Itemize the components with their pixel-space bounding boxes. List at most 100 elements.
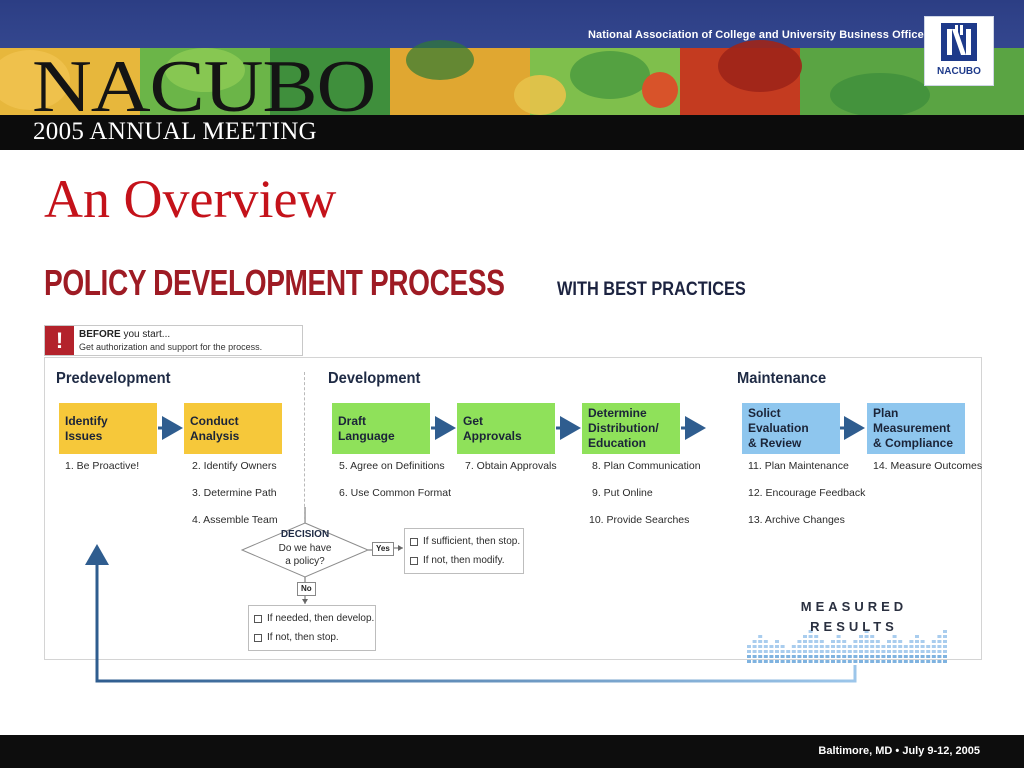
measured-results-bar-cell: [892, 650, 897, 653]
measured-results-bar-cell: [780, 645, 785, 648]
decision-question: Do we have a policy?: [278, 543, 332, 567]
measured-results-bar-cell: [943, 640, 947, 643]
measured-results-bar-cell: [864, 660, 869, 663]
measured-results-bar-cell: [937, 655, 942, 658]
measured-results-bar-cell: [797, 640, 802, 643]
measured-results-bar-cell: [915, 650, 919, 653]
measured-results-bar-cell: [909, 655, 914, 658]
measured-results-bar-cell: [903, 660, 908, 663]
measured-results-bar-cell: [775, 645, 779, 648]
measured-results-bar-cell: [926, 660, 931, 663]
measured-results-bar-cell: [797, 655, 802, 658]
measured-results-bar-cell: [875, 640, 880, 643]
measured-results-label: MEASURED RESULTS: [800, 599, 908, 634]
measured-results-bar-cell: [842, 655, 847, 658]
measured-results-bar-cell: [859, 640, 863, 643]
measured-results-bar-cell: [943, 655, 947, 658]
measured-results-bar-cell: [853, 655, 858, 658]
measured-results-bar-cell: [870, 650, 875, 653]
measured-results-bar-cell: [775, 655, 779, 658]
practice-10: 10. Provide Searches: [589, 514, 690, 526]
measured-results-bar-cell: [814, 655, 819, 658]
measured-results-bar-cell: [769, 645, 774, 648]
measured-results-bar-cell: [808, 640, 813, 643]
measured-results-bar-cell: [853, 660, 858, 663]
measured-results-bar-cell: [847, 650, 852, 653]
measured-results-bar-cell: [819, 660, 824, 663]
decision-yes-tag: Yes: [372, 542, 394, 556]
measured-results-bar-cell: [937, 650, 942, 653]
measured-results-bar-cell: [747, 650, 751, 653]
practice-3: 3. Determine Path: [192, 487, 277, 499]
measured-results-bar-cell: [797, 645, 802, 648]
measured-results-bar-cell: [931, 640, 936, 643]
measured-results-bar-cell: [937, 645, 942, 648]
measured-results-bar-cell: [875, 650, 880, 653]
measured-results-bar-cell: [853, 640, 858, 643]
measured-results-bar-cell: [747, 645, 751, 648]
checkbox-icon: [254, 614, 262, 623]
measured-results-bar-cell: [763, 660, 768, 663]
step-determine-distribution: Determine Distribution/ Education: [582, 403, 680, 454]
measured-results-bar-cell: [836, 660, 841, 663]
no-outcome-option: If needed, then develop.: [254, 609, 374, 628]
measured-results-bar-cell: [769, 650, 774, 653]
practice-2: 2. Identify Owners: [192, 460, 277, 472]
measured-results-bar-cell: [786, 650, 791, 653]
measured-results-bar-cell: [853, 650, 858, 653]
measured-results-bar-cell: [898, 655, 903, 658]
measured-results-bar-cell: [903, 645, 908, 648]
practice-13: 13. Archive Changes: [748, 514, 845, 526]
measured-results-bar-cell: [752, 650, 757, 653]
no-option-1: If needed, then develop.: [267, 613, 375, 624]
measured-results-bar-cell: [892, 640, 897, 643]
measured-results-bar-cell: [943, 635, 947, 638]
measured-results-bar-cell: [831, 640, 835, 643]
measured-results-bar-cell: [825, 645, 830, 648]
measured-results-bar-cell: [847, 655, 852, 658]
measured-results-bar-cell: [791, 660, 796, 663]
measured-results-bar-cell: [836, 640, 841, 643]
step-draft-language: Draft Language: [332, 403, 430, 454]
measured-results-bar-cell: [769, 655, 774, 658]
practice-4: 4. Assemble Team: [192, 514, 278, 526]
measured-results-bar-cell: [864, 650, 869, 653]
practice-8: 8. Plan Communication: [592, 460, 701, 472]
measured-results-bar-cell: [887, 650, 891, 653]
measured-results-bar-cell: [836, 650, 841, 653]
measured-results-bar-cell: [819, 640, 824, 643]
measured-results-bar-cell: [763, 650, 768, 653]
measured-results-bar-cell: [791, 655, 796, 658]
phase-heading-development: Development: [328, 370, 421, 387]
measured-results-bar-cell: [747, 655, 751, 658]
measured-results-bar-cell: [920, 640, 925, 643]
measured-results-bar-cell: [808, 645, 813, 648]
practice-9: 9. Put Online: [592, 487, 653, 499]
step-solicit-evaluation: Solict Evaluation & Review: [742, 403, 840, 454]
measured-results-bar-cell: [881, 660, 886, 663]
measured-results-bar-cell: [836, 655, 841, 658]
measured-results-bar-cell: [814, 640, 819, 643]
measured-results-bar-cell: [887, 640, 891, 643]
measured-results-bar-cell: [752, 660, 757, 663]
measured-results-bar-cell: [842, 640, 847, 643]
measured-results-bar-cell: [892, 645, 897, 648]
measured-results-bar-cell: [758, 640, 763, 643]
measured-results-bar-cell: [786, 660, 791, 663]
measured-results-bar-cell: [763, 655, 768, 658]
measured-results-bar-cell: [915, 660, 919, 663]
measured-results-bar-cell: [875, 660, 880, 663]
measured-results-bar-cell: [881, 645, 886, 648]
measured-results-bar-cell: [887, 645, 891, 648]
measured-results-bar-cell: [842, 660, 847, 663]
measured-results-bar-cell: [775, 650, 779, 653]
measured-results-bar-cell: [926, 645, 931, 648]
measured-results-bar-cell: [758, 660, 763, 663]
measured-results-bar-cell: [825, 660, 830, 663]
measured-results-bar-cell: [819, 645, 824, 648]
measured-results-bar-cell: [814, 650, 819, 653]
measured-results-bar-cell: [937, 660, 942, 663]
measured-results-bar-cell: [803, 655, 807, 658]
measured-results-bar-cell: [931, 655, 936, 658]
yes-outcome-option: If not, then modify.: [410, 551, 518, 570]
